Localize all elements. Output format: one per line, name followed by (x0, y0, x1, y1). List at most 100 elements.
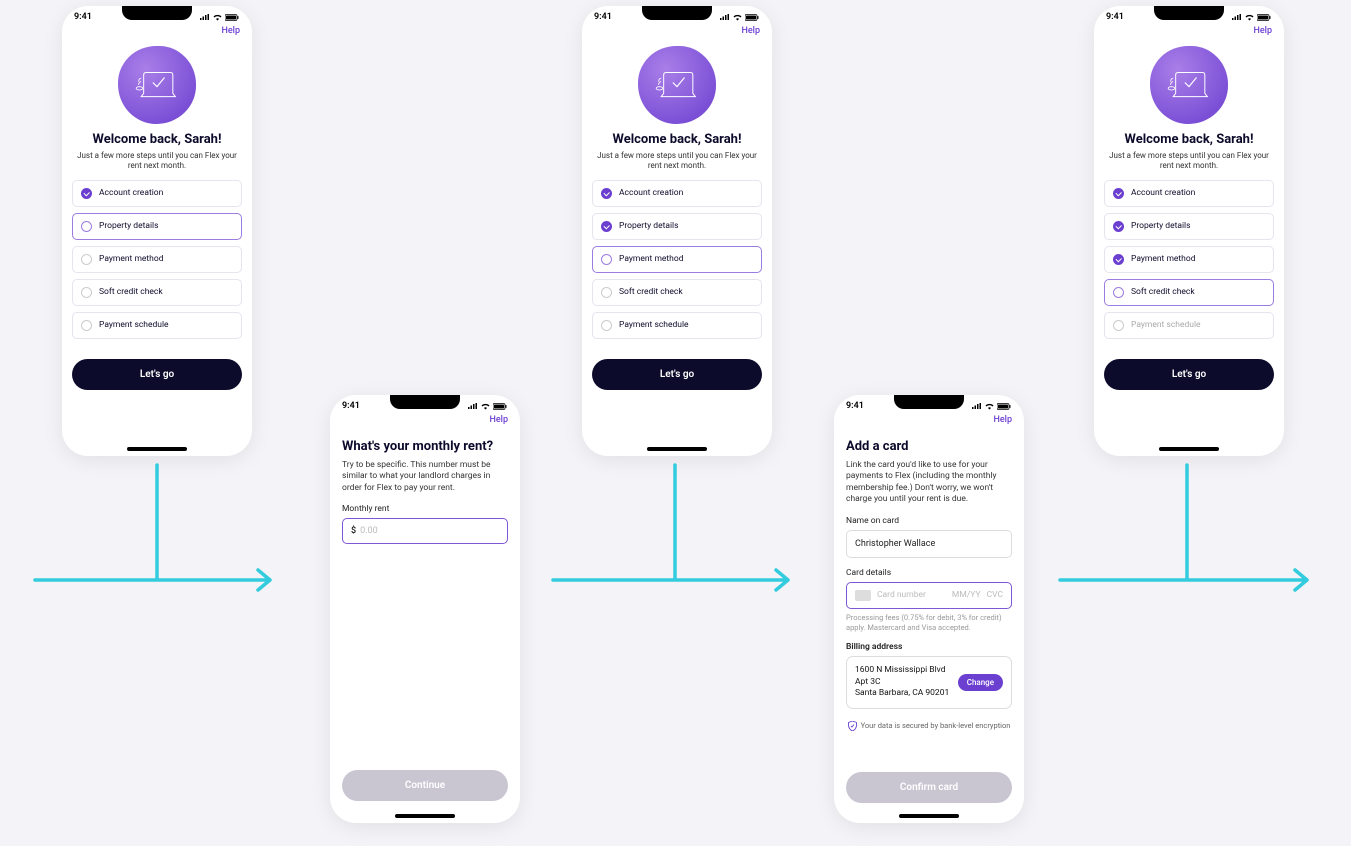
laptop-check-icon (132, 65, 182, 105)
help-link[interactable]: Help (221, 26, 240, 36)
check-icon (601, 188, 612, 199)
confirm-card-button[interactable]: Confirm card (846, 772, 1012, 803)
step-account-creation[interactable]: Account creation (1104, 180, 1274, 207)
cvc-placeholder: CVC (987, 590, 1003, 600)
rent-title: What's your monthly rent? (342, 439, 508, 454)
welcome-subtitle: Just a few more steps until you can Flex… (62, 147, 252, 180)
notch (1154, 6, 1224, 20)
rent-placeholder: 0.00 (360, 526, 378, 536)
circle-icon (601, 254, 612, 265)
change-address-button[interactable]: Change (958, 674, 1003, 691)
monthly-rent-screen: 9:41 Help What's your monthly rent? Try … (330, 395, 520, 823)
shield-icon (848, 721, 857, 731)
step-account-creation[interactable]: Account creation (72, 180, 242, 207)
notch (894, 395, 964, 409)
dollar-prefix: $ (351, 526, 356, 536)
step-property-details[interactable]: Property details (72, 213, 242, 240)
notch (122, 6, 192, 20)
card-number-input[interactable]: Card number MM/YY CVC (846, 582, 1012, 609)
step-payment-schedule[interactable]: Payment schedule (1104, 312, 1274, 339)
name-label: Name on card (846, 516, 1012, 526)
status-time: 9:41 (594, 12, 612, 22)
check-icon (81, 188, 92, 199)
welcome-title: Welcome back, Sarah! (1094, 132, 1284, 147)
wifi-icon (732, 14, 743, 21)
welcome-screen-2: 9:41 Help Welcome back, Sarah! Just a fe… (582, 6, 772, 456)
welcome-title: Welcome back, Sarah! (62, 132, 252, 147)
battery-icon (225, 14, 240, 21)
welcome-screen-3: 9:41 Help Welcome back, Sarah! Just a fe… (1094, 6, 1284, 456)
step-payment-method[interactable]: Payment method (592, 246, 762, 273)
step-soft-credit-check[interactable]: Soft credit check (72, 279, 242, 306)
hero-illustration (1094, 42, 1284, 132)
battery-icon (1257, 14, 1272, 21)
step-account-creation[interactable]: Account creation (592, 180, 762, 207)
signal-icon (200, 14, 210, 21)
signal-icon (972, 403, 982, 410)
circle-icon (601, 320, 612, 331)
step-payment-schedule[interactable]: Payment schedule (592, 312, 762, 339)
addr-line-1: 1600 N Mississippi Blvd (855, 665, 949, 676)
step-payment-method[interactable]: Payment method (1104, 246, 1274, 273)
help-link[interactable]: Help (489, 415, 508, 425)
circle-icon (81, 221, 92, 232)
wifi-icon (984, 403, 995, 410)
help-link[interactable]: Help (1253, 26, 1272, 36)
home-indicator (647, 447, 707, 451)
check-icon (1113, 188, 1124, 199)
status-time: 9:41 (846, 401, 864, 411)
status-icons (468, 403, 508, 410)
rent-input[interactable]: $ 0.00 (342, 518, 508, 544)
notch (642, 6, 712, 20)
card-details-label: Card details (846, 568, 1012, 578)
check-icon (1113, 254, 1124, 265)
signal-icon (1232, 14, 1242, 21)
signal-icon (720, 14, 730, 21)
fee-fine-print: Processing fees (0.75% for debit, 3% for… (846, 613, 1012, 633)
wifi-icon (212, 14, 223, 21)
laptop-check-icon (652, 65, 702, 105)
welcome-subtitle: Just a few more steps until you can Flex… (1094, 147, 1284, 180)
status-icons (200, 14, 240, 21)
lets-go-button[interactable]: Let's go (1104, 359, 1274, 390)
name-input[interactable]: Christopher Wallace (846, 530, 1012, 558)
status-icons (720, 14, 760, 21)
hero-illustration (582, 42, 772, 132)
secure-note: Your data is secured by bank-level encry… (846, 721, 1012, 731)
hero-illustration (62, 42, 252, 132)
wifi-icon (1244, 14, 1255, 21)
step-soft-credit-check[interactable]: Soft credit check (1104, 279, 1274, 306)
step-payment-schedule[interactable]: Payment schedule (72, 312, 242, 339)
rent-body: Try to be specific. This number must be … (342, 460, 508, 494)
help-link[interactable]: Help (741, 26, 760, 36)
battery-icon (997, 403, 1012, 410)
lets-go-button[interactable]: Let's go (72, 359, 242, 390)
home-indicator (899, 814, 959, 818)
add-card-screen: 9:41 Help Add a card Link the card you'd… (834, 395, 1024, 823)
battery-icon (493, 403, 508, 410)
card-number-placeholder: Card number (877, 590, 946, 600)
circle-icon (81, 254, 92, 265)
check-icon (1113, 221, 1124, 232)
signal-icon (468, 403, 478, 410)
notch (390, 395, 460, 409)
status-icons (1232, 14, 1272, 21)
circle-icon (1113, 320, 1124, 331)
home-indicator (1159, 447, 1219, 451)
billing-address-card: 1600 N Mississippi Blvd Apt 3C Santa Bar… (846, 656, 1012, 708)
flow-arrow-2 (548, 460, 808, 600)
add-card-body: Link the card you'd like to use for your… (846, 460, 1012, 506)
step-property-details[interactable]: Property details (592, 213, 762, 240)
step-payment-method[interactable]: Payment method (72, 246, 242, 273)
step-soft-credit-check[interactable]: Soft credit check (592, 279, 762, 306)
check-icon (601, 221, 612, 232)
home-indicator (395, 814, 455, 818)
add-card-title: Add a card (846, 439, 1012, 454)
circle-icon (601, 287, 612, 298)
continue-button[interactable]: Continue (342, 770, 508, 801)
lets-go-button[interactable]: Let's go (592, 359, 762, 390)
circle-icon (1113, 287, 1124, 298)
help-link[interactable]: Help (993, 415, 1012, 425)
step-property-details[interactable]: Property details (1104, 213, 1274, 240)
wifi-icon (480, 403, 491, 410)
